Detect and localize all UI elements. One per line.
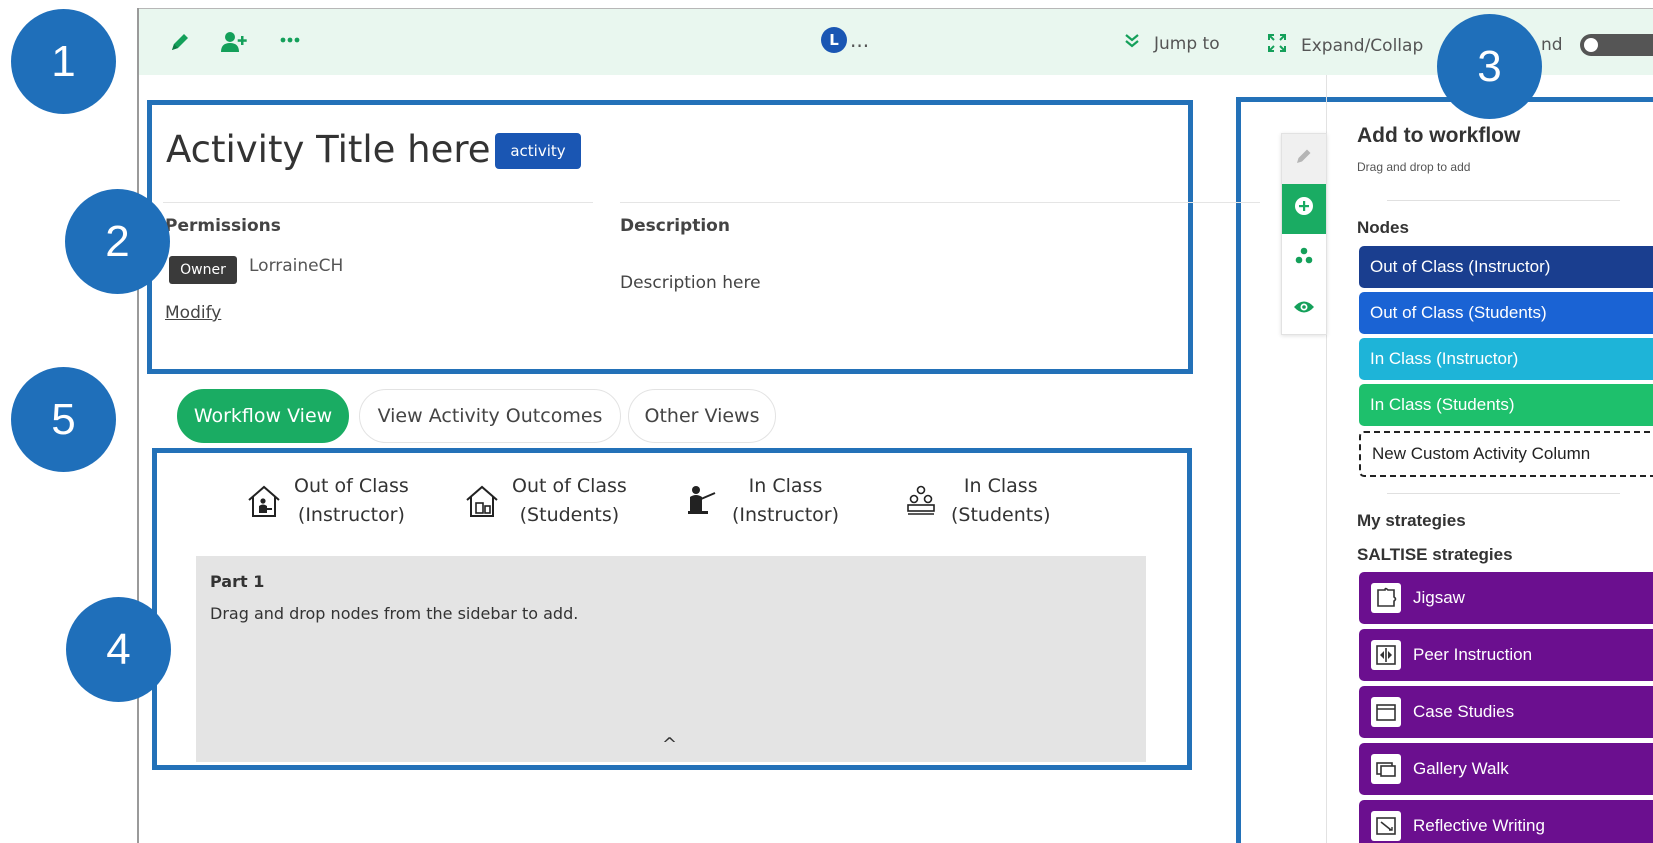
strategy-label: Gallery Walk [1413,759,1509,778]
sidebar-tab-strip [1281,133,1327,335]
marker-5: 5 [11,367,116,472]
column-header-in-class-students[interactable]: In Class (Students) [903,472,1051,530]
divider [620,202,1260,203]
workflow-part-block[interactable]: Part 1 Drag and drop nodes from the side… [196,556,1146,762]
gallery-walk-icon [1371,754,1401,784]
column-header-out-of-class-instructor[interactable]: Out of Class (Instructor) [246,472,409,530]
new-custom-activity-column[interactable]: New Custom Activity Column [1359,431,1653,477]
sidebar-subtitle: Drag and drop to add [1357,160,1471,174]
sidebar-tab-edit[interactable] [1282,134,1326,184]
my-strategies-label: My strategies [1357,511,1466,530]
nodes-label: Nodes [1357,218,1409,237]
instructor-lecturing-icon [684,483,720,519]
divider [1387,493,1620,494]
strategy-reflective-writing[interactable]: Reflective Writing [1359,800,1653,843]
node-out-of-class-students[interactable]: Out of Class (Students) [1359,292,1653,334]
case-studies-icon [1371,697,1401,727]
marker-2: 2 [65,189,170,294]
sidebar-title: Add to workflow [1357,124,1521,147]
expand-collapse-label: Expand/Collap [1301,35,1424,56]
type-badge: activity [495,133,581,169]
jigsaw-icon [1371,583,1401,613]
sidebar-tab-outcomes[interactable] [1282,234,1326,284]
plus-circle-icon [1294,196,1314,222]
toggle-knob [1584,38,1598,52]
dots-cluster-icon [1294,246,1314,272]
column-header-out-of-class-students[interactable]: Out of Class (Students) [464,472,627,530]
strategy-peer-instruction[interactable]: Peer Instruction [1359,629,1653,681]
add-user-icon[interactable] [220,31,248,58]
collapse-caret-icon[interactable]: ^ [662,734,677,755]
column-header-label: Out of Class (Instructor) [294,475,409,526]
part-hint: Drag and drop nodes from the sidebar to … [210,604,579,623]
column-header-in-class-instructor[interactable]: In Class (Instructor) [684,472,839,530]
owner-name: LorraineCH [249,256,344,276]
tab-workflow-view[interactable]: Workflow View [177,389,349,443]
column-header-label: In Class (Instructor) [732,475,840,526]
eye-icon [1293,298,1315,321]
avatar[interactable]: L [821,27,847,53]
strategy-label: Case Studies [1413,702,1515,721]
sidebar-tab-view[interactable] [1282,284,1326,334]
jump-to-label: Jump to [1154,33,1220,54]
modify-link[interactable]: Modify [165,303,221,323]
node-out-of-class-instructor[interactable]: Out of Class (Instructor) [1359,246,1653,288]
legend-toggle[interactable] [1580,34,1653,56]
tab-view-activity-outcomes[interactable]: View Activity Outcomes [359,389,621,443]
permissions-label: Permissions [165,216,281,236]
house-instructor-icon [246,483,282,519]
part-title: Part 1 [210,572,265,591]
node-in-class-instructor[interactable]: In Class (Instructor) [1359,338,1653,380]
marker-1: 1 [11,9,116,114]
double-chevron-down-icon [1124,33,1140,54]
house-students-icon [464,483,500,519]
more-options-icon[interactable] [279,29,301,56]
strategy-jigsaw[interactable]: Jigsaw [1359,572,1653,624]
expand-collapse-button[interactable]: Expand/Collap [1267,33,1423,58]
page-frame-left [137,8,139,843]
strategy-gallery-walk[interactable]: Gallery Walk [1359,743,1653,795]
saltise-strategies-label: SALTISE strategies [1357,545,1513,564]
owner-badge: Owner [169,256,237,284]
marker-3: 3 [1437,14,1542,119]
strategy-label: Peer Instruction [1413,645,1533,664]
strategy-case-studies[interactable]: Case Studies [1359,686,1653,738]
students-group-icon [903,483,939,519]
page-title: Activity Title here [166,128,491,171]
peer-instruction-icon [1371,640,1401,670]
collaborators[interactable]: L ... [821,27,869,53]
jump-to-button[interactable]: Jump to [1124,33,1220,54]
legend-label-tail: nd [1541,35,1563,55]
pencil-edit-icon[interactable] [169,31,191,58]
sidebar-tab-add[interactable] [1282,184,1326,234]
description-label: Description [620,216,730,236]
node-in-class-students[interactable]: In Class (Students) [1359,384,1653,426]
tab-other-views[interactable]: Other Views [628,389,776,443]
divider [1387,200,1620,201]
column-header-label: In Class (Students) [951,475,1051,526]
divider [163,202,593,203]
top-toolbar: L ... Jump to Expand/Collap nd [139,9,1653,75]
strategy-label: Reflective Writing [1413,816,1545,835]
expand-arrows-icon [1267,33,1287,58]
strategy-label: Jigsaw [1413,588,1465,607]
reflective-writing-icon [1371,811,1401,841]
description-text: Description here [620,273,761,293]
marker-4: 4 [66,597,171,702]
column-header-label: Out of Class (Students) [512,475,627,526]
collaborators-ellipsis: ... [850,28,870,52]
pencil-icon [1295,147,1313,171]
